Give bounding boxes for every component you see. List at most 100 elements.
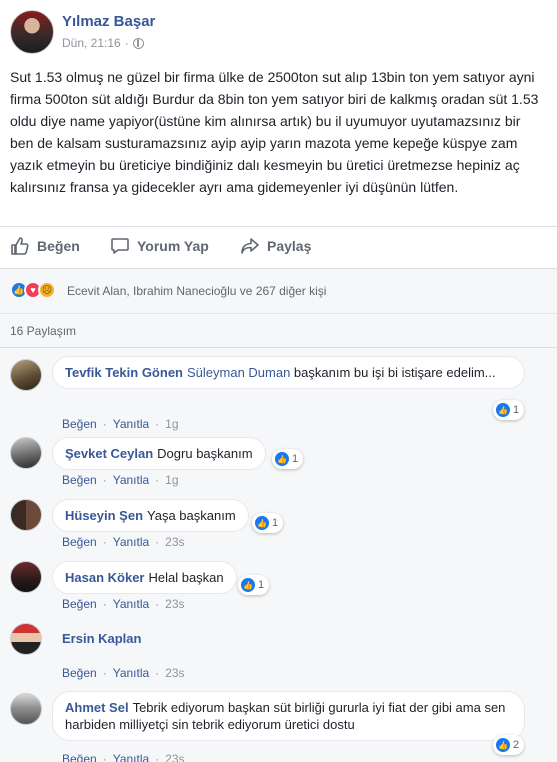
separator: · — [155, 752, 160, 762]
separator: · — [102, 752, 107, 762]
separator: · — [102, 666, 107, 680]
post-meta: Dün, 21:16 · — [62, 36, 144, 50]
comment-bubble: Hasan Köker Helal başkan — [52, 561, 237, 594]
comment-time[interactable]: 23s — [165, 666, 184, 680]
comment-time[interactable]: 1g — [165, 417, 178, 431]
post-card: Yılmaz Başar Dün, 21:16 · Sut 1.53 olmuş… — [0, 0, 557, 347]
like-icon: 👍 — [496, 403, 510, 417]
comment-reply-link[interactable]: Yanıtla — [113, 473, 149, 487]
comment-like-link[interactable]: Beğen — [62, 597, 97, 611]
comment-like-badge[interactable]: 👍 1 — [238, 575, 270, 595]
commenter-name[interactable]: Ahmet Sel — [65, 700, 129, 715]
comment-reply-link[interactable]: Yanıtla — [113, 417, 149, 431]
reaction-icons[interactable]: 👍 ♥ ☹ — [10, 281, 56, 299]
comment-like-count: 1 — [292, 453, 299, 465]
like-icon: 👍 — [496, 738, 510, 752]
comment-like-link[interactable]: Beğen — [62, 535, 97, 549]
reactions-bar: 👍 ♥ ☹ Ecevit Alan, Ibrahim Nanecioğlu ve… — [0, 268, 557, 313]
like-icon: 👍 — [241, 578, 255, 592]
comment-like-count: 1 — [513, 404, 520, 416]
sad-icon: ☹ — [38, 281, 56, 299]
comment-actions: Beğen · Yanıtla · 23s — [62, 535, 185, 549]
comment-like-count: 1 — [272, 517, 279, 529]
share-icon — [241, 238, 259, 254]
commenter-avatar[interactable] — [10, 437, 42, 469]
post-text: Sut 1.53 olmuş ne güzel bir firma ülke d… — [10, 69, 539, 195]
globe-icon[interactable] — [132, 37, 144, 49]
separator: · — [155, 597, 160, 611]
comment-time[interactable]: 23s — [165, 535, 184, 549]
comment-reply-link[interactable]: Yanıtla — [113, 597, 149, 611]
comment-actions: Beğen · Yanıtla · 23s — [62, 597, 185, 611]
comment-like-badge[interactable]: 👍 2 — [493, 735, 525, 755]
comment-reply-link[interactable]: Yanıtla — [113, 666, 149, 680]
comment-time[interactable]: 23s — [165, 752, 184, 762]
comments-section: Tevfik Tekin Gönen Süleyman Duman başkanı… — [0, 347, 557, 762]
separator: · — [155, 666, 160, 680]
comment-bubble: Tevfik Tekin Gönen Süleyman Duman başkanı… — [52, 356, 525, 389]
commenter-name[interactable]: Hüseyin Şen — [65, 508, 143, 523]
comment-actions: Beğen · Yanıtla · 1g — [62, 473, 179, 487]
comment-like-link[interactable]: Beğen — [62, 752, 97, 762]
comment-actions: Beğen · Yanıtla · 1g — [62, 417, 179, 431]
comment-text: Helal başkan — [148, 570, 224, 585]
author-avatar[interactable] — [10, 10, 54, 54]
comment-text: Yaşa başkanım — [147, 508, 236, 523]
reactors-summary[interactable]: Ecevit Alan, Ibrahim Nanecioğlu ve 267 d… — [67, 284, 326, 298]
separator: · — [102, 473, 107, 487]
separator: · — [155, 473, 160, 487]
post-timestamp[interactable]: Dün, 21:16 — [62, 36, 121, 50]
commenter-avatar[interactable] — [10, 693, 42, 725]
shares-bar: 16 Paylaşım — [0, 313, 557, 347]
comment-actions: Beğen · Yanıtla · 23s — [62, 752, 185, 762]
comment-like-link[interactable]: Beğen — [62, 666, 97, 680]
comment-like-count: 1 — [258, 579, 265, 591]
like-label: Beğen — [37, 238, 80, 254]
comment-text: Tebrik ediyorum başkan süt birliği gurur… — [65, 700, 506, 732]
comment-like-link[interactable]: Beğen — [62, 473, 97, 487]
comment-body: Ersin Kaplan — [62, 631, 145, 646]
comment-like-badge[interactable]: 👍 1 — [493, 400, 525, 420]
comment-text: başkanım bu işi bi istişare edelim... — [290, 365, 496, 380]
commenter-name[interactable]: Hasan Köker — [65, 570, 144, 585]
commenter-name[interactable]: Tevfik Tekin Gönen — [65, 365, 183, 380]
like-button[interactable]: Beğen — [10, 236, 80, 256]
comment-like-link[interactable]: Beğen — [62, 417, 97, 431]
comment-like-badge[interactable]: 👍 1 — [252, 513, 284, 533]
commenter-avatar[interactable] — [10, 499, 42, 531]
comment-label: Yorum Yap — [137, 238, 209, 254]
comment-bubble: Hüseyin Şen Yaşa başkanım — [52, 499, 249, 532]
commenter-avatar[interactable] — [10, 561, 42, 593]
comment-like-count: 2 — [513, 739, 520, 751]
comment-bubble: Şevket Ceylan Dogru başkanım — [52, 437, 266, 470]
commenter-name[interactable]: Şevket Ceylan — [65, 446, 153, 461]
comment-button[interactable]: Yorum Yap — [110, 236, 209, 256]
commenter-avatar[interactable] — [10, 623, 42, 655]
separator: · — [102, 417, 107, 431]
comment-time[interactable]: 23s — [165, 597, 184, 611]
share-button[interactable]: Paylaş — [240, 236, 311, 256]
comment-text: Dogru başkanım — [157, 446, 253, 461]
comment-like-badge[interactable]: 👍 1 — [272, 449, 304, 469]
commenter-avatar[interactable] — [10, 359, 42, 391]
like-icon: 👍 — [275, 452, 289, 466]
comment-mention[interactable]: Süleyman Duman — [187, 365, 290, 380]
commenter-name[interactable]: Ersin Kaplan — [62, 631, 141, 646]
separator: · — [102, 597, 107, 611]
comment-actions: Beğen · Yanıtla · 23s — [62, 666, 185, 680]
separator: · — [155, 535, 160, 549]
separator: · — [102, 535, 107, 549]
comment-reply-link[interactable]: Yanıtla — [113, 752, 149, 762]
post-actions: Beğen Yorum Yap Paylaş — [0, 226, 557, 264]
like-icon: 👍 — [255, 516, 269, 530]
comment-bubble: Ahmet Sel Tebrik ediyorum başkan süt birl… — [52, 691, 525, 741]
separator: · — [155, 417, 160, 431]
meta-separator: · — [124, 36, 129, 50]
thumbs-up-icon — [11, 237, 29, 255]
shares-count[interactable]: 16 Paylaşım — [10, 324, 76, 338]
comment-reply-link[interactable]: Yanıtla — [113, 535, 149, 549]
post-header: Yılmaz Başar Dün, 21:16 · — [0, 0, 557, 60]
comment-icon — [111, 238, 129, 254]
author-name[interactable]: Yılmaz Başar — [62, 13, 155, 30]
comment-time[interactable]: 1g — [165, 473, 178, 487]
